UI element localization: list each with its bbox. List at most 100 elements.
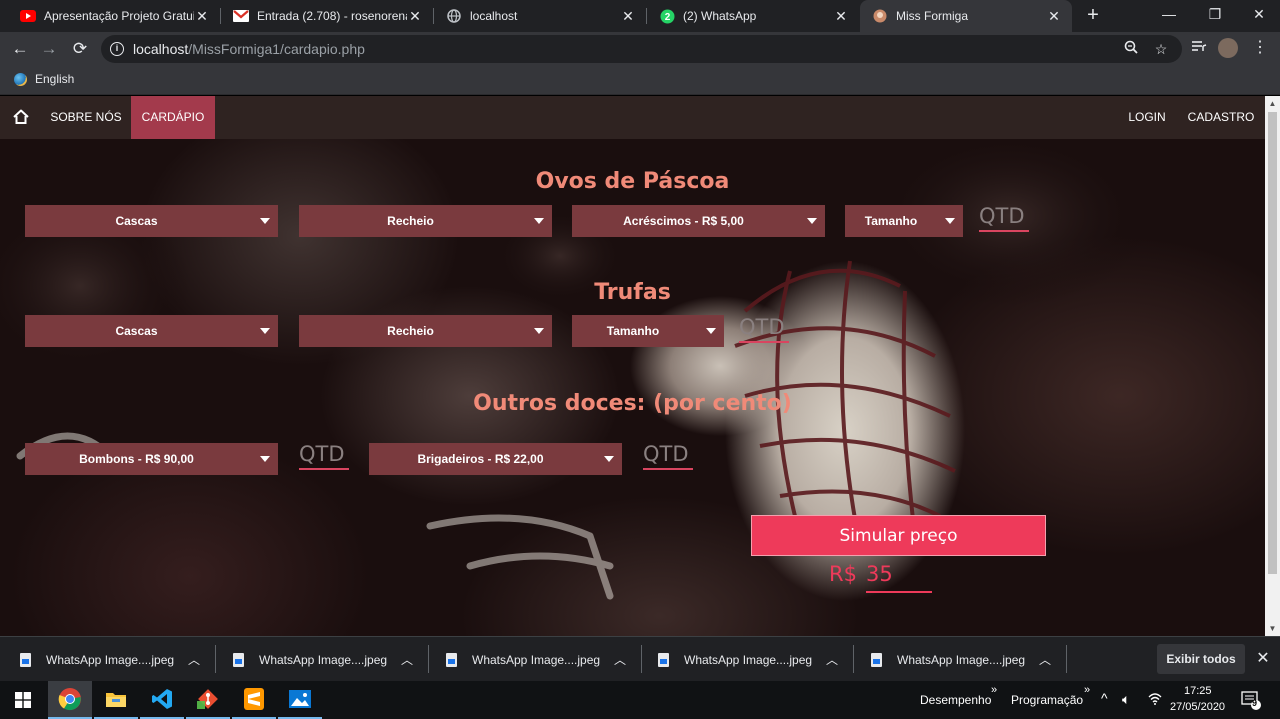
image-file-icon	[446, 652, 457, 667]
caret-down-icon	[807, 218, 817, 224]
chevron-up-icon[interactable]: ︿	[1039, 651, 1051, 668]
tab-title: Miss Formiga	[896, 9, 969, 23]
profile-avatar[interactable]	[1218, 38, 1238, 58]
scroll-thumb[interactable]	[1268, 112, 1277, 574]
home-icon[interactable]	[10, 96, 32, 139]
select-ovos-tamanho[interactable]: Tamanho	[845, 205, 963, 237]
select-trufas-recheio[interactable]: Recheio	[299, 315, 552, 347]
simulate-price-button[interactable]: Simular preço	[751, 515, 1046, 556]
browser-tab-active[interactable]: Miss Formiga ✕	[860, 0, 1072, 32]
clock-date[interactable]: 27/05/2020	[1170, 701, 1225, 713]
sublime-text-icon[interactable]	[232, 681, 276, 719]
new-tab-button[interactable]: +	[1082, 4, 1104, 28]
speaker-icon[interactable]: 🔈︎	[1122, 691, 1130, 708]
close-icon[interactable]: ✕	[407, 8, 423, 24]
forward-arrow-icon[interactable]: →	[37, 37, 61, 61]
close-icon[interactable]: ✕	[620, 8, 636, 24]
select-label: Recheio	[387, 214, 434, 228]
download-filename: WhatsApp Image....jpeg	[472, 652, 601, 667]
caret-down-icon	[945, 218, 955, 224]
show-all-downloads-button[interactable]: Exibir todos	[1157, 644, 1245, 674]
address-url[interactable]: localhost/MissFormiga1/cardapio.php	[133, 41, 365, 57]
select-ovos-recheio[interactable]: Recheio	[299, 205, 552, 237]
chevron-up-icon[interactable]: ︿	[401, 651, 413, 668]
download-item[interactable]: WhatsApp Image....jpeg ︿	[20, 637, 210, 682]
close-icon[interactable]: ✕	[1254, 649, 1272, 669]
back-arrow-icon[interactable]: ←	[8, 37, 32, 61]
bookmark-label: English	[35, 72, 75, 86]
media-queue-icon[interactable]	[1188, 37, 1210, 59]
window-close-button[interactable]: ✕	[1236, 0, 1280, 30]
notification-center-icon[interactable]: 9	[1241, 690, 1261, 713]
image-file-icon	[658, 652, 669, 667]
nav-cadastro[interactable]: CADASTRO	[1183, 96, 1259, 139]
chrome-taskbar-icon[interactable]	[48, 681, 92, 719]
select-brigadeiros[interactable]: Brigadeiros - R$ 22,00	[369, 443, 622, 475]
toolbar-desempenho[interactable]: Desempenho	[920, 693, 991, 707]
browser-tab[interactable]: Entrada (2.708) - rosenorenante ✕	[221, 0, 433, 32]
git-icon[interactable]	[186, 681, 230, 719]
page-scrollbar[interactable]: ▲ ▼	[1265, 96, 1280, 636]
download-item[interactable]: WhatsApp Image....jpeg ︿	[658, 637, 848, 682]
windows-start-icon[interactable]	[0, 681, 46, 719]
info-icon[interactable]: i	[110, 42, 124, 56]
close-icon[interactable]: ✕	[833, 8, 849, 24]
clock-time[interactable]: 17:25	[1184, 685, 1212, 697]
download-filename: WhatsApp Image....jpeg	[46, 652, 175, 667]
qty-input-bombons[interactable]	[299, 440, 349, 470]
chevron-up-icon[interactable]: ︿	[188, 651, 200, 668]
chevron-double-icon[interactable]: »	[1084, 684, 1090, 696]
select-label: Cascas	[115, 214, 158, 228]
zoom-search-icon[interactable]	[1122, 40, 1140, 58]
browser-tab[interactable]: 2 (2) WhatsApp ✕	[647, 0, 859, 32]
browser-toolbar: ← → ⟳ i localhost/MissFormiga1/cardapio.…	[0, 32, 1280, 66]
scroll-up-icon[interactable]: ▲	[1265, 96, 1280, 111]
nav-cardapio[interactable]: CARDÁPIO	[131, 96, 215, 139]
section-title-ovos: Ovos de Páscoa	[535, 169, 730, 194]
qty-input-brigadeiros[interactable]	[643, 440, 693, 470]
maximize-button[interactable]: ❐	[1192, 0, 1238, 30]
select-ovos-cascas[interactable]: Cascas	[25, 205, 278, 237]
select-ovos-acrescimos[interactable]: Acréscimos - R$ 5,00	[572, 205, 825, 237]
chevron-up-icon[interactable]: ︿	[826, 651, 838, 668]
download-filename: WhatsApp Image....jpeg	[259, 652, 388, 667]
download-item[interactable]: WhatsApp Image....jpeg ︿	[871, 637, 1061, 682]
browser-tab[interactable]: Apresentação Projeto Gratuito ✕	[8, 0, 220, 32]
select-label: Brigadeiros - R$ 22,00	[417, 452, 544, 466]
caret-down-icon	[604, 456, 614, 462]
select-label: Acréscimos - R$ 5,00	[623, 214, 744, 228]
bookmark-item[interactable]: English	[14, 72, 74, 86]
download-item[interactable]: WhatsApp Image....jpeg ︿	[233, 637, 423, 682]
chevron-up-icon[interactable]: ^	[1101, 690, 1108, 706]
select-trufas-tamanho[interactable]: Tamanho	[572, 315, 724, 347]
wifi-icon[interactable]	[1148, 692, 1162, 708]
reload-icon[interactable]: ⟳	[68, 37, 92, 61]
download-item[interactable]: WhatsApp Image....jpeg ︿	[446, 637, 636, 682]
browser-tab-strip: Apresentação Projeto Gratuito ✕ Entrada …	[0, 0, 1280, 32]
scroll-down-icon[interactable]: ▼	[1265, 621, 1280, 636]
bookmark-star-icon[interactable]: ☆	[1152, 40, 1170, 58]
download-shelf: WhatsApp Image....jpeg ︿ WhatsApp Image.…	[0, 636, 1280, 681]
toolbar-programacao[interactable]: Programação	[1011, 693, 1083, 707]
chevron-double-icon[interactable]: »	[991, 684, 997, 696]
file-explorer-icon[interactable]	[94, 681, 138, 719]
nav-login[interactable]: LOGIN	[1119, 96, 1175, 139]
photos-app-icon[interactable]	[278, 681, 322, 719]
browser-tab[interactable]: localhost ✕	[434, 0, 646, 32]
download-divider	[428, 645, 429, 673]
minimize-button[interactable]: —	[1146, 0, 1192, 30]
nav-sobre-nos[interactable]: SOBRE NÓS	[42, 96, 130, 139]
vscode-icon[interactable]	[140, 681, 184, 719]
select-bombons[interactable]: Bombons - R$ 90,00	[25, 443, 278, 475]
close-icon[interactable]: ✕	[1046, 8, 1062, 24]
translate-globe-icon	[14, 72, 27, 86]
close-icon[interactable]: ✕	[194, 8, 210, 24]
section-title-trufas: Trufas	[594, 280, 671, 305]
qty-input-ovos[interactable]	[979, 202, 1029, 232]
chevron-up-icon[interactable]: ︿	[614, 651, 626, 668]
select-trufas-cascas[interactable]: Cascas	[25, 315, 278, 347]
globe-icon	[446, 8, 462, 24]
address-bar[interactable]: i localhost/MissFormiga1/cardapio.php ☆	[101, 35, 1182, 63]
qty-input-trufas[interactable]	[739, 313, 789, 343]
menu-kebab-icon[interactable]: ⋮	[1249, 37, 1271, 59]
